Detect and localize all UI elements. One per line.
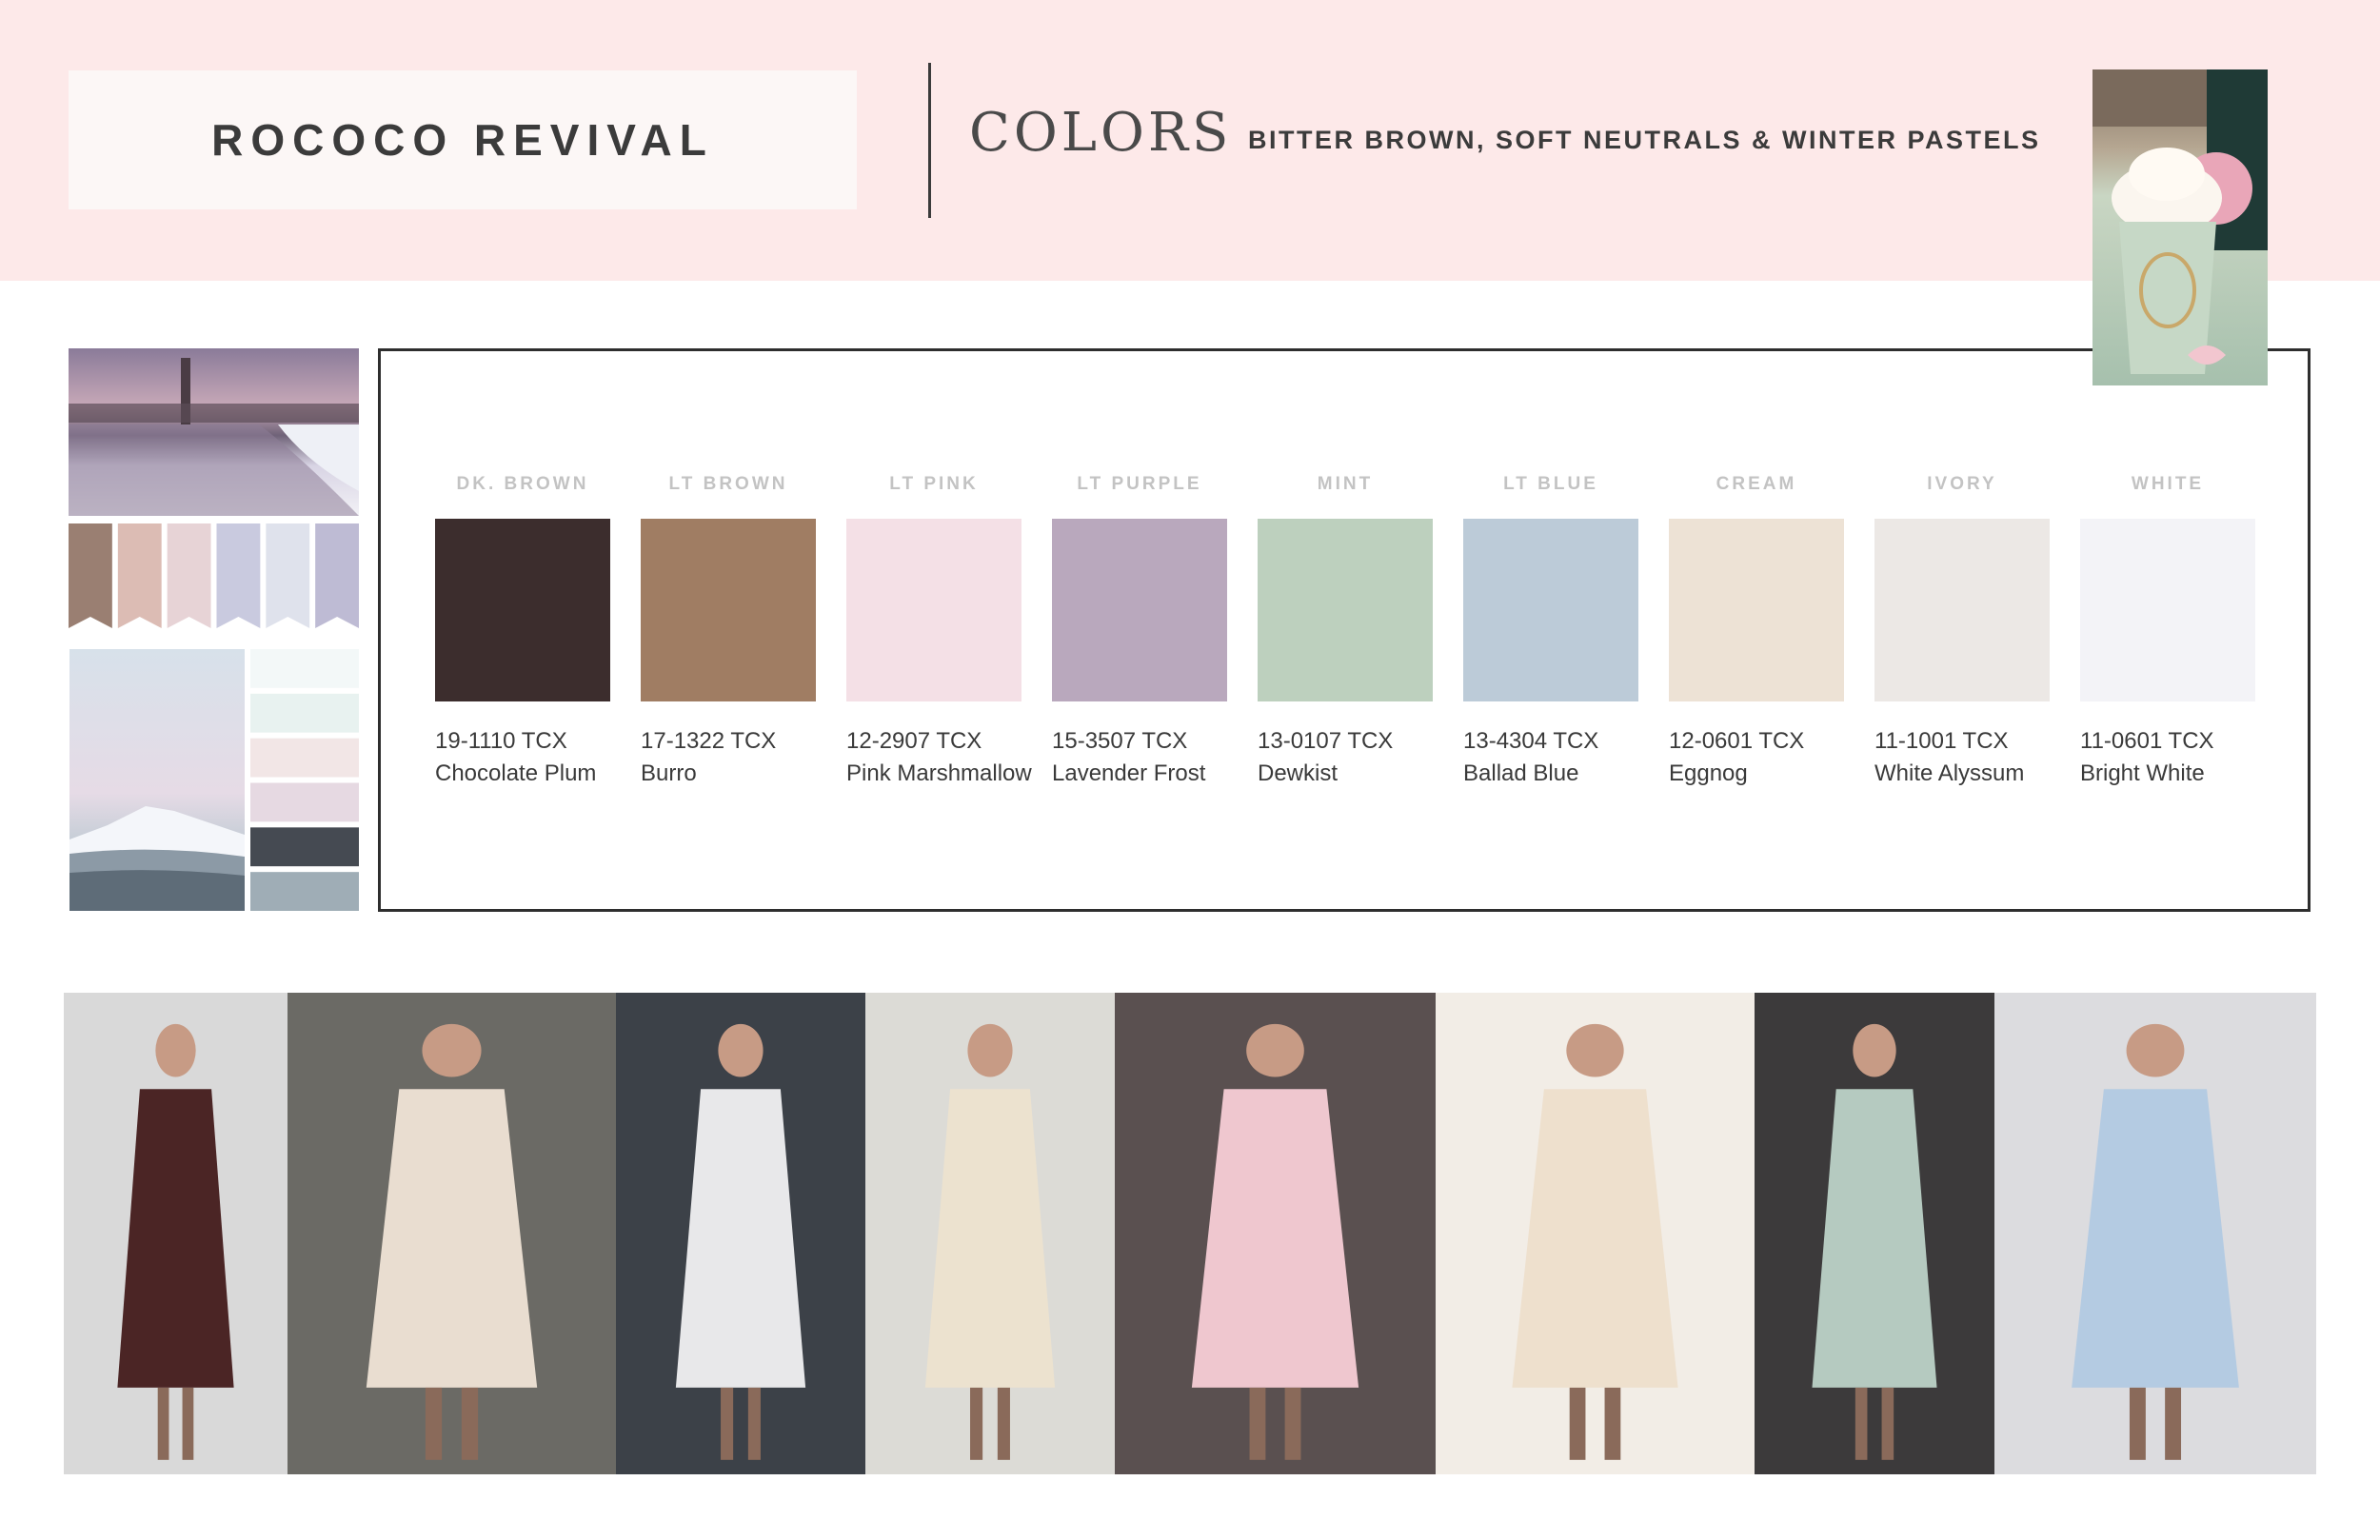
side-palette-chip	[315, 523, 359, 628]
swatch-name: Eggnog	[1669, 760, 1748, 786]
side-palette-block	[250, 693, 359, 733]
swatch-color-block	[1874, 519, 2050, 701]
swatch-code: 17-1322 TCX	[641, 728, 777, 754]
swatch-label: WHITE	[2131, 474, 2205, 494]
winter-lake-photo	[69, 348, 359, 516]
swatch-name: White Alyssum	[1874, 760, 2025, 786]
side-palette-block	[250, 738, 359, 778]
swatch-color-block	[1258, 519, 1433, 701]
swatch-label: CREAM	[1716, 474, 1797, 494]
photo-mint-slip	[1755, 993, 1994, 1474]
swatch-color-block	[435, 519, 610, 701]
swatch-name: Pink Marshmallow	[846, 760, 1032, 786]
figure-silhouette	[1812, 1023, 1937, 1460]
header-divider	[928, 63, 931, 218]
photo-floral-dress-street	[616, 993, 865, 1474]
landscape-illustration	[69, 358, 359, 516]
fashion-photo-strip	[64, 993, 2316, 1474]
side-palette-chip	[216, 523, 261, 628]
color-swatch-panel: DK. BROWN 19-1110 TCX Chocolate Plum LT …	[378, 348, 2311, 912]
mountain-illustration	[69, 806, 245, 911]
swatch-label: IVORY	[1927, 474, 1997, 494]
swatch-code: 13-4304 TCX	[1463, 728, 1599, 754]
page-title: ROCOCO REVIVAL	[211, 115, 714, 165]
side-palette-block	[250, 782, 359, 822]
winter-mountain-photo	[69, 649, 245, 911]
side-palette-chip	[69, 523, 112, 628]
side-palette-chip	[266, 523, 310, 628]
swatch-code: 11-1001 TCX	[1874, 728, 2009, 754]
swatch-color-block	[846, 519, 1021, 701]
side-palette-strip	[69, 523, 359, 628]
side-palette-block	[250, 872, 359, 911]
swatch-name: Chocolate Plum	[435, 760, 597, 786]
figure-silhouette	[117, 1023, 234, 1460]
swatch-color-block	[2080, 519, 2255, 701]
swatch-name: Bright White	[2080, 760, 2205, 786]
title-box: ROCOCO REVIVAL	[69, 70, 857, 209]
swatch-code: 12-0601 TCX	[1669, 728, 1805, 754]
side-palette-chip	[167, 523, 211, 628]
swatch-color-block	[1463, 519, 1638, 701]
figure-silhouette	[924, 1023, 1056, 1460]
side-palette-blocks	[250, 649, 359, 911]
swatch-code: 11-0601 TCX	[2080, 728, 2214, 754]
section-heading: COLORS	[969, 102, 1233, 164]
side-palette-block	[250, 649, 359, 688]
swatch-name: Ballad Blue	[1463, 760, 1579, 786]
swatch-code: 19-1110 TCX	[435, 728, 567, 754]
swatch-code: 15-3507 TCX	[1052, 728, 1188, 754]
side-palette-blocks-graphic	[250, 649, 359, 911]
swatch-code: 13-0107 TCX	[1258, 728, 1394, 754]
swatch-name: Lavender Frost	[1052, 760, 1206, 786]
swatch-code: 12-2907 TCX	[846, 728, 982, 754]
swatch-color-block	[641, 519, 816, 701]
swatch-name: Burro	[641, 760, 697, 786]
figure-silhouette	[2072, 1023, 2239, 1460]
side-palette-block	[250, 827, 359, 867]
cup-illustration	[2092, 69, 2268, 374]
side-palette-strip-graphic	[69, 523, 359, 628]
swatch-label: DK. BROWN	[456, 474, 589, 494]
photo-blue-suits	[1994, 993, 2316, 1474]
swatch-label: LT BLUE	[1503, 474, 1598, 494]
photo-pink-skirt	[1115, 993, 1436, 1474]
photo-cream-slip-dress	[288, 993, 616, 1474]
side-palette-chip	[117, 523, 162, 628]
figure-silhouette	[1191, 1023, 1359, 1460]
photo-lace-dress	[1436, 993, 1755, 1474]
figure-silhouette	[675, 1023, 806, 1460]
swatch-label: LT PINK	[889, 474, 979, 494]
swatch-color-block	[1052, 519, 1227, 701]
swatch-label: LT BROWN	[668, 474, 788, 494]
figure-silhouette	[1512, 1023, 1678, 1460]
macaron-cup-photo	[2092, 69, 2268, 385]
swatch-color-block	[1669, 519, 1844, 701]
swatch-name: Dewkist	[1258, 760, 1339, 786]
photo-brown-gown	[64, 993, 288, 1474]
photo-dog-cream-outfit	[865, 993, 1115, 1474]
header-band: ROCOCO REVIVAL COLORS BITTER BROWN, SOFT…	[0, 0, 2380, 281]
swatch-label: MINT	[1317, 474, 1374, 494]
figure-silhouette	[366, 1023, 538, 1460]
swatch-label: LT PURPLE	[1077, 474, 1202, 494]
section-subtitle: BITTER BROWN, SOFT NEUTRALS & WINTER PAS…	[1248, 126, 2041, 154]
